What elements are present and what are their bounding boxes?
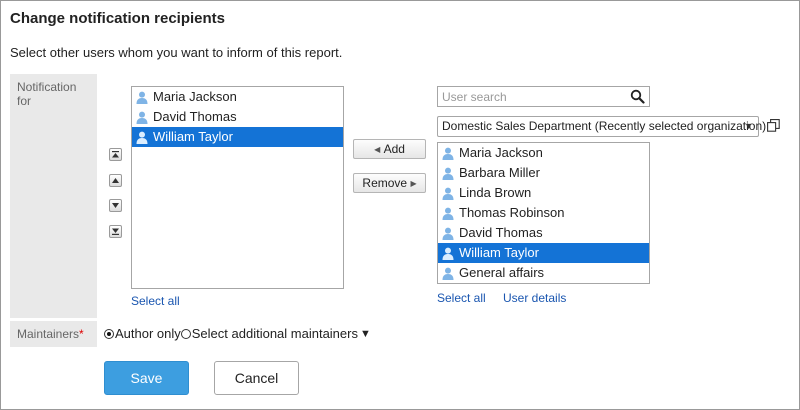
move-to-bottom-button[interactable] — [109, 225, 122, 238]
list-item-label: William Taylor — [459, 245, 539, 260]
move-down-icon — [112, 203, 119, 208]
arrow-left-icon: ◀ — [374, 144, 381, 154]
right-select-all-link[interactable]: Select all — [437, 291, 486, 305]
save-button[interactable]: Save — [104, 361, 189, 395]
user-icon — [442, 247, 454, 260]
user-candidates-list[interactable]: Maria Jackson Barbara Miller Linda Brown Th… — [437, 142, 650, 284]
list-item[interactable]: David Thomas — [438, 223, 649, 243]
list-item-label: Maria Jackson — [153, 89, 237, 104]
list-item[interactable]: Linda Brown — [438, 183, 649, 203]
list-item[interactable]: General affairs — [438, 263, 649, 283]
list-item-label: Linda Brown — [459, 185, 532, 200]
search-icon[interactable] — [630, 89, 645, 104]
author-only-radio[interactable] — [104, 328, 114, 339]
caret-down-icon[interactable]: ▼ — [360, 328, 371, 340]
move-to-top-button[interactable] — [109, 148, 122, 161]
author-only-label[interactable]: Author only — [115, 326, 181, 341]
required-mark: * — [79, 327, 84, 341]
user-search-box — [437, 86, 650, 107]
page-title: Change notification recipients — [10, 10, 226, 27]
select-maintainers-label[interactable]: Select additional maintainers — [192, 326, 358, 341]
page-description: Select other users whom you want to info… — [10, 45, 343, 60]
maintainers-label: Maintainers* — [10, 321, 97, 347]
move-to-bottom-icon — [112, 228, 119, 235]
list-item[interactable]: Barbara Miller — [438, 163, 649, 183]
list-item-label: Thomas Robinson — [459, 205, 565, 220]
user-icon — [442, 207, 454, 220]
list-item-label: David Thomas — [153, 109, 237, 124]
user-icon — [442, 187, 454, 200]
user-icon — [136, 131, 148, 144]
user-icon — [442, 167, 454, 180]
move-up-icon — [112, 178, 119, 183]
list-item[interactable]: David Thomas — [132, 107, 343, 127]
list-item[interactable]: Thomas Robinson — [438, 203, 649, 223]
maintainers-options: Author only Select additional maintainer… — [104, 326, 371, 341]
user-details-link[interactable]: User details — [503, 291, 566, 305]
remove-button[interactable]: Remove ▶ — [353, 173, 426, 193]
list-item-label: General affairs — [459, 265, 545, 280]
user-icon — [136, 111, 148, 124]
list-item[interactable]: Maria Jackson — [438, 143, 649, 163]
move-down-button[interactable] — [109, 199, 122, 212]
list-item-label: Maria Jackson — [459, 145, 543, 160]
user-icon — [442, 147, 454, 160]
user-icon — [136, 91, 148, 104]
move-to-top-icon — [112, 151, 119, 158]
list-item[interactable]: William Taylor — [438, 243, 649, 263]
list-item[interactable]: William Taylor — [132, 127, 343, 147]
left-select-all-link[interactable]: Select all — [131, 294, 180, 308]
user-search-input[interactable] — [438, 87, 623, 106]
list-item-label: Barbara Miller — [459, 165, 540, 180]
notification-for-label: Notification for — [10, 74, 97, 318]
dialog-frame: Change notification recipients Select ot… — [0, 0, 800, 410]
list-item-label: David Thomas — [459, 225, 543, 240]
add-button[interactable]: ◀ Add — [353, 139, 426, 159]
arrow-right-icon: ▶ — [410, 178, 417, 188]
user-icon — [442, 227, 454, 240]
user-icon — [442, 267, 454, 280]
move-up-button[interactable] — [109, 174, 122, 187]
chevron-down-icon: ▼ — [744, 121, 753, 131]
select-maintainers-radio[interactable] — [180, 328, 191, 339]
notification-recipients-list[interactable]: Maria Jackson David Thomas William Taylor — [131, 86, 344, 289]
copy-icon[interactable] — [767, 119, 780, 132]
organization-select[interactable]: Domestic Sales Department (Recently sele… — [437, 116, 766, 137]
list-item-label: William Taylor — [153, 129, 233, 144]
list-item[interactable]: Maria Jackson — [132, 87, 343, 107]
cancel-button[interactable]: Cancel — [214, 361, 299, 395]
